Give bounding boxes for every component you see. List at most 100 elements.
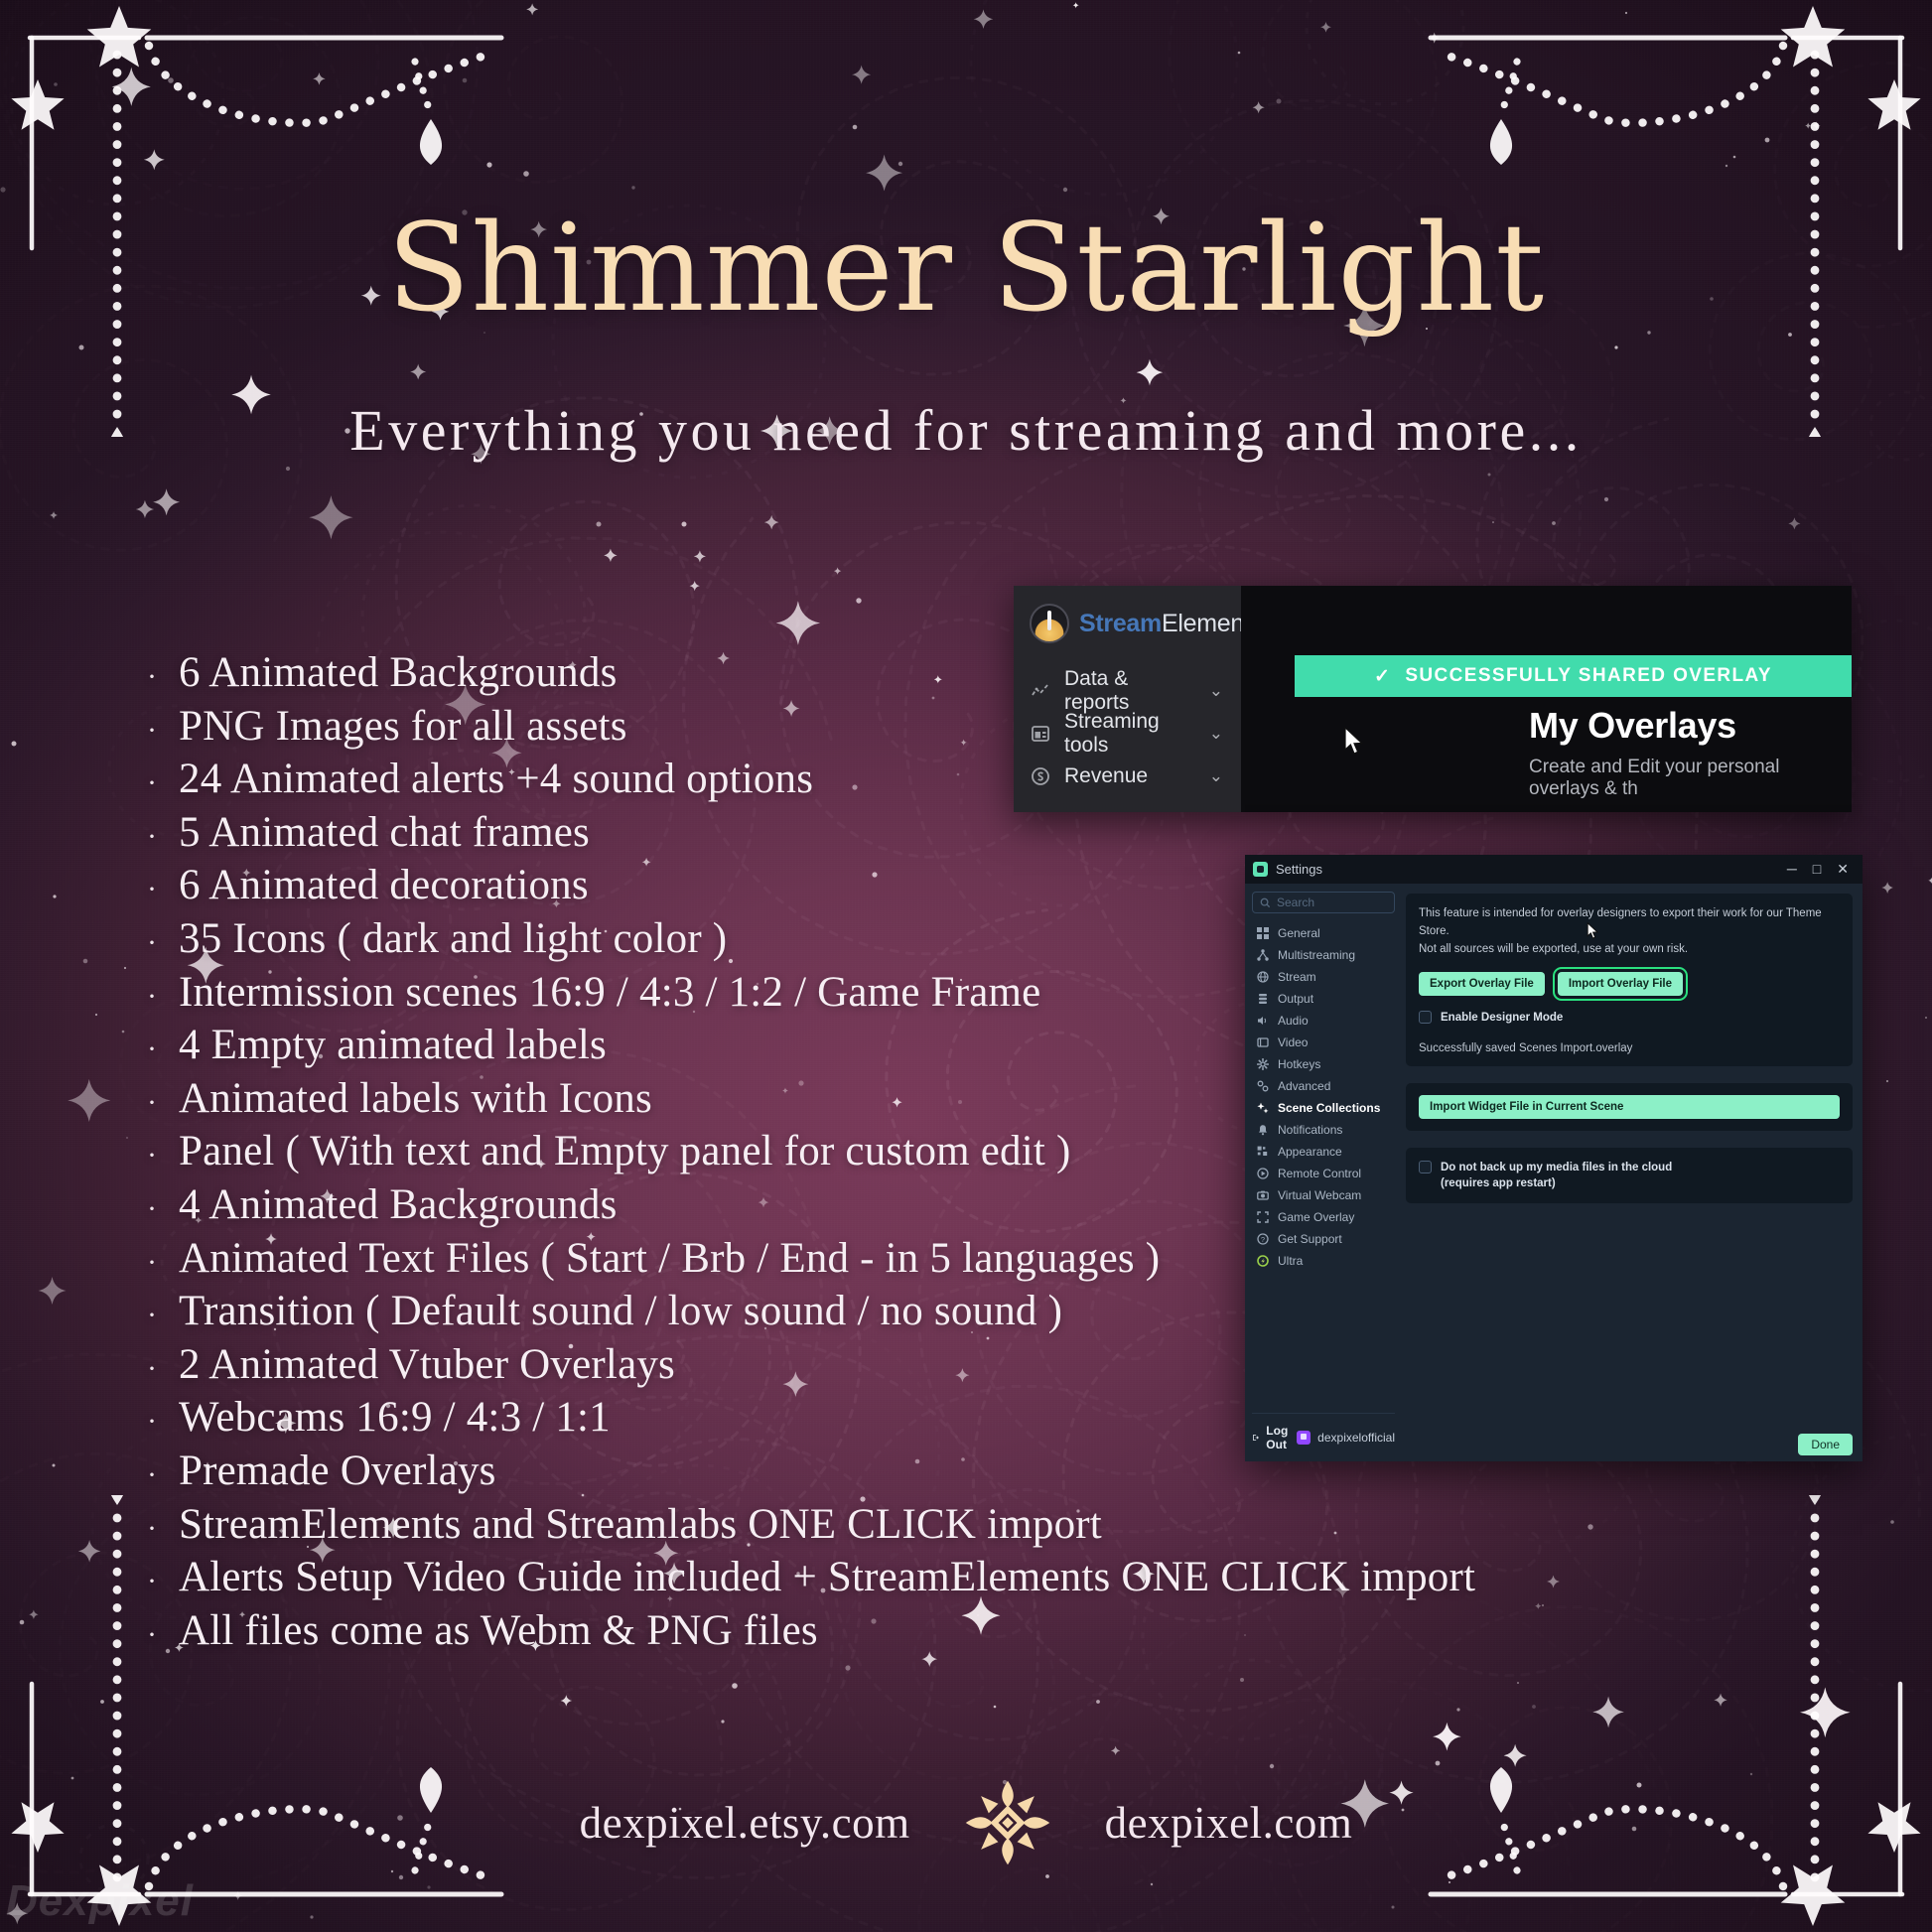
settings-nav-item-multistreaming[interactable]: Multistreaming xyxy=(1252,944,1395,966)
my-overlays-subheading: Create and Edit your personal overlays &… xyxy=(1529,757,1780,799)
window-title: Settings xyxy=(1276,862,1322,877)
sparkle-icon xyxy=(1256,1102,1270,1114)
window-footer: Done xyxy=(1402,1428,1863,1461)
feature-item: · Animated labels with Icons xyxy=(147,1074,1249,1128)
se-nav-item-revenue[interactable]: Revenue ⌄ xyxy=(1014,755,1241,797)
feature-item: · Animated Text Files ( Start / Brb / End… xyxy=(147,1234,1249,1288)
settings-nav-label: Output xyxy=(1278,992,1314,1006)
speaker-icon xyxy=(1256,1015,1270,1027)
search-placeholder: Search xyxy=(1277,896,1315,909)
help-icon: ? xyxy=(1256,1233,1270,1245)
feature-item: · 4 Animated Backgrounds xyxy=(147,1180,1249,1234)
close-icon[interactable]: ✕ xyxy=(1837,861,1849,878)
settings-nav-item-hotkeys[interactable]: Hotkeys xyxy=(1252,1053,1395,1075)
designer-mode-row[interactable]: Enable Designer Mode xyxy=(1419,1010,1840,1026)
overlay-export-card: This feature is intended for overlay des… xyxy=(1406,894,1853,1066)
feature-item: · Panel ( With text and Empty panel for … xyxy=(147,1127,1249,1180)
bullet-icon: · xyxy=(147,1191,158,1225)
import-overlay-file-button[interactable]: Import Overlay File xyxy=(1557,972,1684,997)
layers-icon xyxy=(1256,993,1270,1005)
camera-icon xyxy=(1256,1189,1270,1201)
feature-item: · Alerts Setup Video Guide included + Str… xyxy=(147,1553,1475,1606)
done-button[interactable]: Done xyxy=(1798,1434,1853,1455)
obs-settings-window: Settings ─ □ ✕ Search General Multistream… xyxy=(1245,855,1863,1461)
maximize-icon[interactable]: □ xyxy=(1813,861,1821,878)
expand-icon xyxy=(1256,1211,1270,1223)
settings-nav-item-output[interactable]: Output xyxy=(1252,988,1395,1010)
bullet-icon: · xyxy=(147,1405,158,1439)
success-banner: ✓ SUCCESSFULLY SHARED OVERLAY xyxy=(1295,655,1852,697)
settings-nav-item-get-support[interactable]: ? Get Support xyxy=(1252,1228,1395,1250)
overlay-file-button-row: Export Overlay File Import Overlay File xyxy=(1419,967,1840,1002)
se-nav-label: Data & reports xyxy=(1064,666,1130,714)
designer-mode-label: Enable Designer Mode xyxy=(1441,1012,1564,1025)
bullet-icon: · xyxy=(147,1085,158,1119)
export-overlay-file-button[interactable]: Export Overlay File xyxy=(1419,972,1545,997)
se-nav-label: Streaming tools xyxy=(1064,709,1160,757)
export-description-line2: Not all sources will be exported, use at… xyxy=(1419,942,1689,955)
feature-item: · All files come as Webm & PNG files xyxy=(147,1606,1249,1660)
settings-nav-label: Virtual Webcam xyxy=(1278,1188,1362,1202)
bullet-icon: · xyxy=(147,819,158,853)
import-widget-file-button[interactable]: Import Widget File in Current Scene xyxy=(1419,1094,1840,1119)
settings-nav-item-stream[interactable]: Stream xyxy=(1252,966,1395,988)
settings-nav-label: Stream xyxy=(1278,970,1316,984)
se-nav-item-streaming-tools[interactable]: Streaming tools ⌄ xyxy=(1014,709,1241,757)
feature-item: · Intermission scenes 16:9 / 4:3 / 1:2 / … xyxy=(147,968,1249,1022)
settings-nav-item-general[interactable]: General xyxy=(1252,922,1395,944)
settings-nav-item-advanced[interactable]: Advanced xyxy=(1252,1075,1395,1097)
globe-icon xyxy=(1256,971,1270,983)
settings-nav-label: General xyxy=(1278,926,1320,940)
streamelements-wordmark: StreamElements xyxy=(1079,610,1263,638)
settings-nav-item-remote-control[interactable]: Remote Control xyxy=(1252,1163,1395,1184)
settings-nav-item-ultra[interactable]: Ultra xyxy=(1252,1250,1395,1272)
se-nav-label: Revenue xyxy=(1064,763,1149,787)
bell-icon xyxy=(1256,1124,1270,1136)
remote-icon xyxy=(1256,1168,1270,1179)
no-backup-row[interactable]: Do not back up my media files in the clo… xyxy=(1419,1160,1840,1191)
streamelements-screenshot: StreamElements Data & reports ⌄ Streaming … xyxy=(1014,586,1852,812)
settings-nav-item-virtual-webcam[interactable]: Virtual Webcam xyxy=(1252,1184,1395,1206)
streamelements-sidebar: StreamElements Data & reports ⌄ Streaming … xyxy=(1014,586,1263,812)
etsy-shop-url[interactable]: dexpixel.etsy.com xyxy=(580,1797,910,1849)
feature-item-label: 4 Empty animated labels xyxy=(179,1022,607,1069)
settings-nav-label: Appearance xyxy=(1278,1145,1342,1159)
settings-nav-item-video[interactable]: Video xyxy=(1252,1032,1395,1053)
settings-nav-item-notifications[interactable]: Notifications xyxy=(1252,1119,1395,1141)
settings-nav-label: Advanced xyxy=(1278,1079,1331,1093)
bullet-icon: · xyxy=(147,1351,158,1385)
feature-item-label: 35 Icons ( dark and light color ) xyxy=(179,914,728,962)
feature-item: · 35 Icons ( dark and light color ) xyxy=(147,914,1249,968)
settings-nav-item-game-overlay[interactable]: Game Overlay xyxy=(1252,1206,1395,1228)
settings-nav-item-appearance[interactable]: Appearance xyxy=(1252,1141,1395,1163)
twitch-icon xyxy=(1297,1431,1311,1445)
feature-item-label: Alerts Setup Video Guide included + Stre… xyxy=(179,1554,1476,1601)
ultra-icon xyxy=(1256,1255,1270,1267)
search-input[interactable]: Search xyxy=(1252,892,1395,913)
se-nav-item-data-reports[interactable]: Data & reports ⌄ xyxy=(1014,666,1241,714)
ornamental-diamond-logo xyxy=(965,1780,1049,1865)
settings-nav-label: Scene Collections xyxy=(1278,1101,1381,1115)
settings-content: This feature is intended for overlay des… xyxy=(1402,884,1863,1461)
website-url[interactable]: dexpixel.com xyxy=(1105,1797,1353,1849)
import-button-highlight: Import Overlay File xyxy=(1552,967,1689,1002)
no-backup-checkbox[interactable] xyxy=(1419,1160,1432,1173)
feature-item-label: Animated Text Files ( Start / Brb / End … xyxy=(179,1234,1161,1282)
feature-item-label: All files come as Webm & PNG files xyxy=(179,1606,818,1654)
tools-icon xyxy=(1031,724,1050,744)
feature-item-label: Animated labels with Icons xyxy=(179,1074,652,1122)
feature-item-label: 2 Animated Vtuber Overlays xyxy=(179,1340,675,1388)
settings-nav-item-scene-collections[interactable]: Scene Collections xyxy=(1252,1097,1395,1119)
designer-mode-checkbox[interactable] xyxy=(1419,1011,1432,1025)
minimize-icon[interactable]: ─ xyxy=(1787,861,1797,878)
window-titlebar: Settings ─ □ ✕ xyxy=(1245,855,1863,884)
svg-text:?: ? xyxy=(1261,1235,1265,1244)
logout-label[interactable]: Log Out xyxy=(1266,1424,1290,1451)
share-nodes-icon xyxy=(1256,949,1270,961)
save-status-message: Successfully saved Scenes Import.overlay xyxy=(1419,1041,1633,1054)
settings-nav-label: Video xyxy=(1278,1035,1309,1049)
mouse-cursor-icon xyxy=(1344,727,1363,755)
bullet-icon: · xyxy=(147,1457,158,1491)
bullet-icon: · xyxy=(147,1299,158,1332)
settings-nav-item-audio[interactable]: Audio xyxy=(1252,1010,1395,1032)
